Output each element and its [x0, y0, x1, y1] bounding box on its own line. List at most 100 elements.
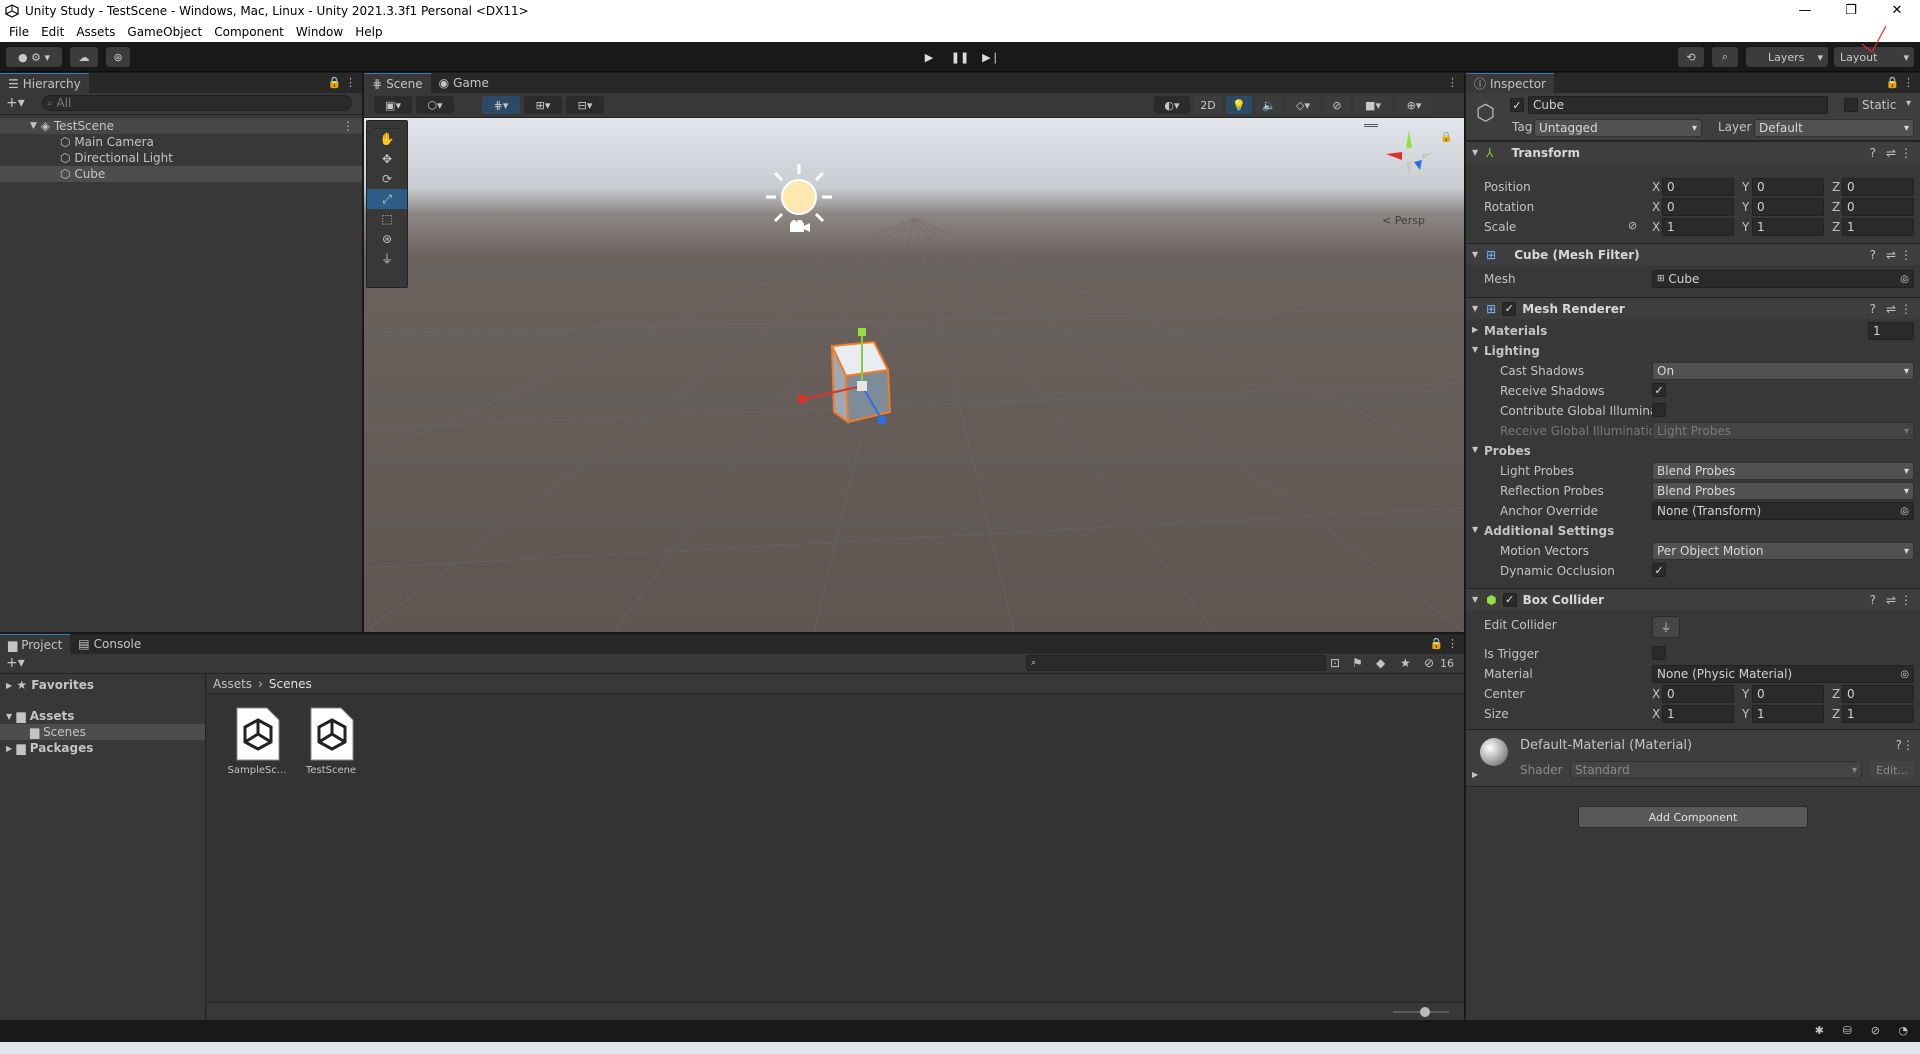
account-button[interactable]: ● ⚙ ▾ — [6, 47, 62, 67]
help-icon[interactable]: ? — [1870, 302, 1876, 316]
collab-button[interactable]: ⊛ — [106, 47, 130, 67]
tree-favorites[interactable]: ▶ ★ Favorites — [0, 677, 205, 693]
preset-icon[interactable]: ⇌ — [1886, 146, 1896, 160]
menu-edit[interactable]: Edit — [35, 25, 70, 39]
star-icon[interactable]: ★ — [1400, 656, 1411, 670]
toggle-2d-button[interactable]: 2D — [1194, 96, 1222, 114]
center-z-input[interactable]: 0 — [1842, 685, 1914, 703]
add-icon[interactable]: +▾ — [6, 655, 25, 671]
menu-window[interactable]: Window — [290, 25, 349, 39]
rotation-x-input[interactable]: 0 — [1662, 198, 1734, 216]
layers-dropdown[interactable]: Layers ▾ — [1746, 47, 1828, 67]
project-search-input[interactable]: ⌕ — [1026, 655, 1326, 671]
bug-icon[interactable]: ✱ — [1815, 1024, 1824, 1037]
mesh-renderer-header[interactable]: ▼ ⊞ ✓ Mesh Renderer ? ⇌ ⋮ — [1466, 297, 1920, 319]
transform-tool-icon[interactable]: ⊛ — [367, 229, 407, 249]
hidden-objects-toggle[interactable]: ⊘ — [1324, 96, 1350, 114]
gizmos-dropdown[interactable]: ⊕ ▾ — [1396, 96, 1432, 114]
center-y-input[interactable]: 0 — [1752, 685, 1824, 703]
cloud-button[interactable]: ☁ — [70, 47, 98, 67]
component-menu-icon[interactable]: ⋮ — [1902, 738, 1914, 752]
tree-scenes[interactable]: ▆ Scenes — [0, 724, 205, 740]
help-icon[interactable]: ? — [1870, 146, 1876, 160]
expand-icon[interactable]: ▼ — [1472, 525, 1478, 534]
help-icon[interactable]: ? — [1870, 248, 1876, 262]
mesh-filter-header[interactable]: ▼ ⊞ Cube (Mesh Filter) ? ⇌ ⋮ — [1466, 243, 1920, 265]
step-button[interactable]: ▶❘ — [978, 48, 1004, 67]
component-menu-icon[interactable]: ⋮ — [1900, 593, 1912, 607]
component-menu-icon[interactable]: ⋮ — [1900, 248, 1912, 262]
lock-icon[interactable]: 🔒 — [1440, 132, 1452, 143]
link-icon[interactable]: ⊘ — [1628, 219, 1637, 232]
menu-assets[interactable]: Assets — [70, 25, 121, 39]
expand-icon[interactable]: ▶ — [1472, 325, 1478, 334]
scale-y-input[interactable]: 1 — [1752, 218, 1824, 236]
move-tool-icon[interactable]: ✥ — [367, 149, 407, 169]
effects-dropdown[interactable]: ◇ ▾ — [1286, 96, 1320, 114]
shader-edit-button[interactable]: Edit... — [1870, 761, 1914, 779]
ruler-dropdown[interactable]: ⊟ ▾ — [566, 96, 604, 114]
tab-scene[interactable]: ⋕ Scene — [364, 73, 431, 93]
hierarchy-item-directional-light[interactable]: ⬡ Directional Light — [0, 150, 362, 166]
shader-dropdown[interactable]: Standard — [1570, 761, 1862, 779]
panel-menu-icon[interactable]: 🔒 ⋮ — [1430, 637, 1458, 650]
asset-testscene[interactable]: TestScene — [300, 706, 362, 776]
search-by-type-icon[interactable]: ⊡ — [1330, 656, 1340, 670]
custom-tool-icon[interactable]: ⏚ — [367, 249, 407, 269]
expand-icon[interactable]: ▼ — [1472, 445, 1478, 454]
tree-packages[interactable]: ▶ ▆ Packages — [0, 740, 205, 756]
box-collider-enabled-checkbox[interactable]: ✓ — [1502, 592, 1517, 607]
breadcrumb-scenes[interactable]: Scenes — [269, 677, 312, 691]
layer-dropdown[interactable]: Default — [1754, 119, 1914, 137]
cache-icon[interactable]: ⛁ — [1843, 1024, 1852, 1037]
selected-cube[interactable] — [784, 324, 934, 477]
camera-dropdown[interactable]: ■ ▾ — [1354, 96, 1392, 114]
object-name-input[interactable]: Cube — [1528, 96, 1828, 114]
preset-icon[interactable]: ⇌ — [1886, 248, 1896, 262]
scene-root-row[interactable]: ▼ ◈ TestScene ⋮ — [0, 118, 362, 134]
breadcrumb-assets[interactable]: Assets — [213, 677, 252, 691]
rect-tool-icon[interactable]: ⬚ — [367, 209, 407, 229]
preset-icon[interactable]: ⇌ — [1886, 302, 1896, 316]
rotation-y-input[interactable]: 0 — [1752, 198, 1824, 216]
rotate-tool-icon[interactable]: ⟳ — [367, 169, 407, 189]
grid-snap-dropdown[interactable]: ⋕ ▾ — [482, 96, 520, 114]
lighting-label[interactable]: Lighting — [1484, 344, 1540, 358]
camera-gizmo[interactable] — [786, 218, 814, 236]
scale-x-input[interactable]: 1 — [1662, 218, 1734, 236]
tab-hierarchy[interactable]: ☰ Hierarchy — [0, 73, 89, 93]
tab-console[interactable]: ▤ Console — [70, 634, 150, 654]
close-button[interactable]: ✕ — [1874, 0, 1920, 21]
menu-help[interactable]: Help — [349, 25, 388, 39]
edit-collider-button[interactable]: ⏚ — [1652, 616, 1680, 638]
dynamic-occlusion-checkbox[interactable]: ✓ — [1652, 563, 1666, 577]
scene-menu-icon[interactable]: ⋮ — [342, 119, 354, 133]
minimize-button[interactable]: — — [1782, 0, 1828, 21]
history-button[interactable]: ⟲ — [1678, 47, 1704, 67]
active-checkbox[interactable]: ✓ — [1510, 98, 1524, 112]
light-probes-dropdown[interactable]: Blend Probes — [1652, 462, 1914, 480]
gizmo-menu-icon[interactable] — [1364, 124, 1378, 127]
size-y-input[interactable]: 1 — [1752, 705, 1824, 723]
panel-menu-icon[interactable]: ⋮ — [1447, 76, 1458, 89]
search-button[interactable]: ⌕ — [1712, 47, 1738, 67]
hierarchy-item-main-camera[interactable]: ⬡ Main Camera — [0, 134, 362, 150]
additional-settings-label[interactable]: Additional Settings — [1484, 524, 1614, 538]
probes-label[interactable]: Probes — [1484, 444, 1531, 458]
materials-label[interactable]: Materials — [1484, 324, 1547, 338]
size-z-input[interactable]: 1 — [1842, 705, 1914, 723]
anchor-override-field[interactable]: None (Transform) ◎ — [1652, 502, 1914, 520]
material-preview-icon[interactable] — [1480, 738, 1508, 766]
add-component-button[interactable]: Add Component — [1578, 806, 1808, 828]
tree-assets[interactable]: ▼ ▆ Assets — [0, 708, 205, 724]
tag-dropdown[interactable]: Untagged — [1534, 119, 1702, 137]
maximize-button[interactable]: ❐ — [1828, 0, 1874, 21]
panel-menu-icon[interactable]: 🔒 ⋮ — [328, 76, 356, 89]
draw-mode-dropdown[interactable]: ▣ ▾ — [374, 96, 412, 114]
play-button[interactable]: ▶ — [916, 48, 942, 67]
receive-shadows-checkbox[interactable]: ✓ — [1652, 383, 1666, 397]
menu-gameobject[interactable]: GameObject — [121, 25, 208, 39]
mesh-renderer-enabled-checkbox[interactable]: ✓ — [1502, 301, 1517, 316]
hierarchy-item-cube[interactable]: ⬡ Cube — [0, 166, 362, 182]
component-menu-icon[interactable]: ⋮ — [1900, 146, 1912, 160]
